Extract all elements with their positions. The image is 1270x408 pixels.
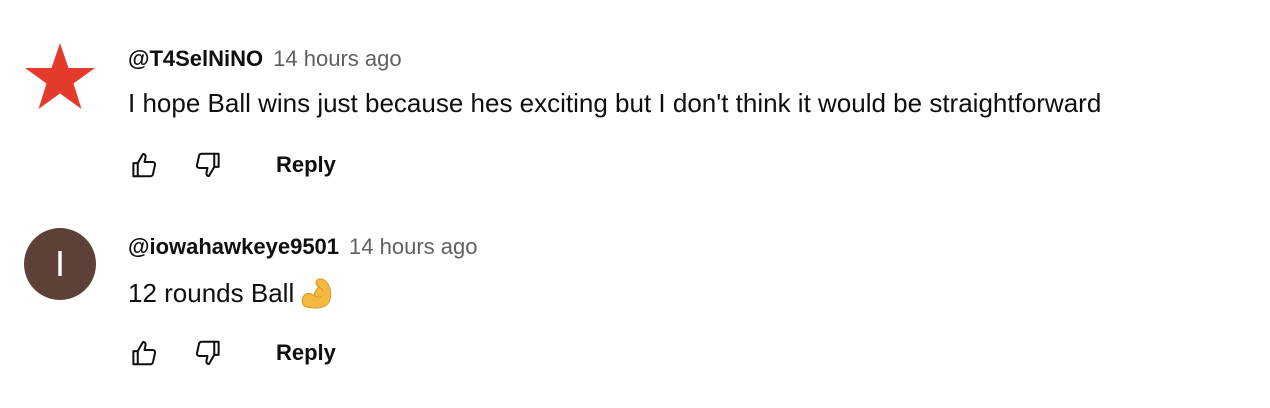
comment-text-content: 12 rounds Ball: [128, 277, 295, 308]
comment-thread-2: I @iowahawkeye9501 14 hours ago 12 round…: [0, 188, 1270, 368]
thumbs-up-icon: [132, 341, 157, 366]
avatar[interactable]: [24, 40, 96, 112]
star-icon: [25, 43, 95, 109]
dislike-button[interactable]: [188, 333, 228, 373]
comment-actions: Reply: [124, 145, 336, 185]
author-name[interactable]: @T4SelNiNO: [128, 46, 263, 72]
avatar-letter: I: [54, 243, 65, 284]
thumbs-down-icon: [195, 340, 220, 365]
comment-text: 12 rounds Ball: [128, 276, 334, 310]
timestamp[interactable]: 14 hours ago: [273, 46, 401, 72]
author-name[interactable]: @iowahawkeye9501: [128, 234, 339, 260]
reply-button[interactable]: Reply: [276, 152, 336, 178]
thumbs-up-icon: [132, 153, 157, 178]
comment-actions: Reply: [124, 333, 336, 373]
comment-text: I hope Ball wins just because hes exciti…: [128, 88, 1102, 118]
thumbs-down-icon: [195, 152, 220, 177]
comment-header: @T4SelNiNO 14 hours ago: [128, 46, 402, 76]
dislike-button[interactable]: [188, 145, 228, 185]
like-button[interactable]: [124, 333, 164, 373]
like-button[interactable]: [124, 145, 164, 185]
flexed-biceps-icon: [301, 278, 332, 309]
comment-header: @iowahawkeye9501 14 hours ago: [128, 234, 477, 264]
reply-button[interactable]: Reply: [276, 340, 336, 366]
timestamp[interactable]: 14 hours ago: [349, 234, 477, 260]
avatar[interactable]: I: [24, 228, 96, 300]
comment-thread-1: @T4SelNiNO 14 hours ago I hope Ball wins…: [0, 0, 1270, 180]
